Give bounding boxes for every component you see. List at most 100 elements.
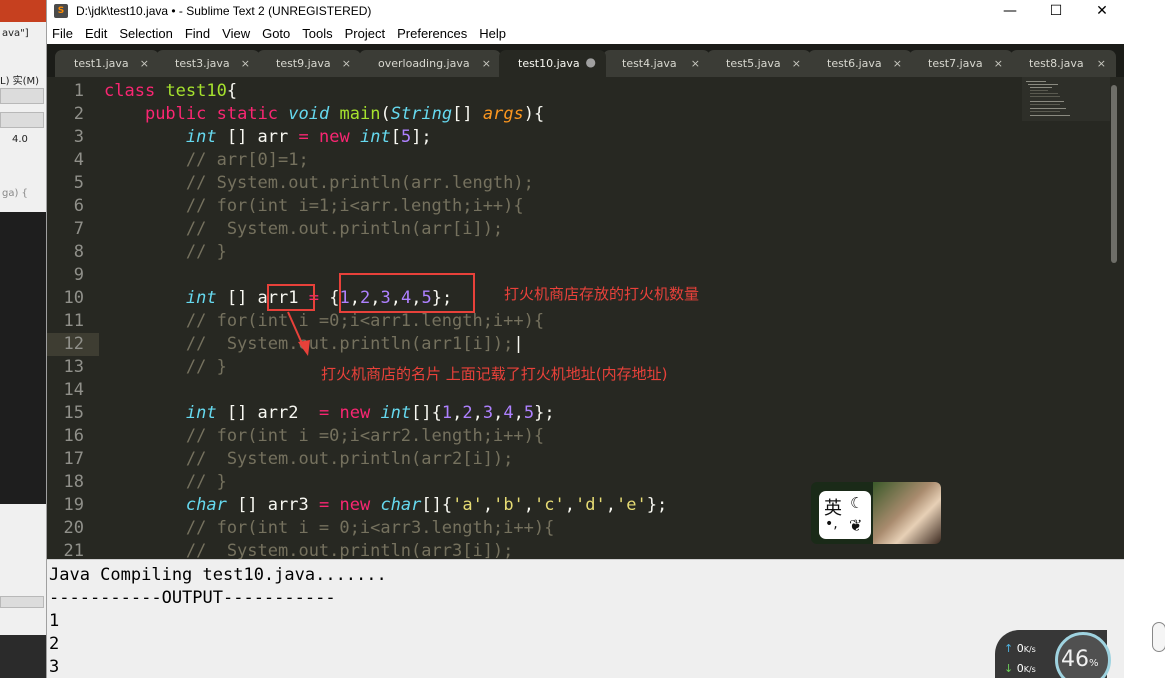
network-speed-widget[interactable]: ↑ 0K/s ↓ 0K/s 46% (995, 630, 1111, 678)
code-line: // arr[0]=1; (104, 150, 309, 170)
token: new (319, 127, 350, 147)
output-line: 1 (49, 611, 60, 631)
menu-find[interactable]: Find (185, 26, 210, 41)
code-line: char [] arr3 = new char[]{'a','b','c','d… (185, 495, 668, 515)
tab-test5[interactable]: test5.java × (707, 50, 811, 77)
token: int (185, 127, 217, 147)
token: 5 (400, 127, 412, 147)
download-speed: ↓ 0K/s (1004, 662, 1036, 675)
moon-icon: ☾ (850, 494, 864, 512)
download-value: 0 (1016, 662, 1024, 675)
maximize-icon[interactable]: ☐ (1033, 0, 1079, 22)
line-number: 14 (63, 380, 84, 400)
token: 'e' (615, 495, 647, 515)
token: 'c' (534, 495, 565, 515)
butterfly-icon: ❦ (849, 516, 863, 535)
tab-close-icon[interactable]: × (342, 57, 351, 70)
code-editor[interactable]: 1 2 3 4 5 6 7 8 9 10 11 12 13 14 15 16 1… (47, 77, 1125, 559)
line-number: 11 (63, 311, 84, 331)
menu-edit[interactable]: Edit (85, 26, 107, 41)
menu-tools[interactable]: Tools (302, 26, 332, 41)
tab-test9[interactable]: test9.java × (257, 50, 361, 77)
tab-close-icon[interactable]: × (140, 57, 149, 70)
output-line: Java Compiling test10.java....... (49, 565, 387, 585)
line-number: 17 (63, 449, 84, 469)
tab-close-icon[interactable]: × (1097, 57, 1106, 70)
window-title: D:\jdk\test10.java • - Sublime Text 2 (U… (76, 4, 372, 18)
output-line: -----------OUTPUT----------- (49, 588, 336, 608)
token: 1 (441, 403, 453, 423)
token: 'b' (493, 495, 524, 515)
menu-preferences[interactable]: Preferences (397, 26, 467, 41)
download-arrow-icon: ↓ (1004, 662, 1014, 675)
tab-test10[interactable]: test10.java ● (499, 50, 606, 77)
close-icon[interactable]: ✕ (1079, 0, 1125, 22)
token: char (185, 495, 227, 515)
scroll-knob[interactable] (1152, 622, 1165, 652)
tab-close-icon[interactable]: × (994, 57, 1003, 70)
tab-test8[interactable]: test8.java × (1010, 50, 1116, 77)
tab-test1[interactable]: test1.java × (55, 50, 159, 77)
menu-file[interactable]: File (52, 26, 73, 41)
code-line: public static void main(String[] args){ (144, 104, 545, 124)
token: 'd' (575, 495, 606, 515)
line-number: 8 (73, 242, 84, 262)
upload-arrow-icon: ↑ (1004, 642, 1014, 655)
download-unit: K/s (1023, 665, 1036, 674)
minimap[interactable] (1022, 77, 1110, 121)
tab-test6[interactable]: test6.java × (808, 50, 912, 77)
output-line: 2 (49, 634, 60, 654)
tab-close-icon[interactable]: × (893, 57, 902, 70)
code-line: // for(int i = 0;i<arr3.length;i++){ (104, 518, 555, 538)
tab-close-icon[interactable]: × (241, 57, 250, 70)
vertical-scrollbar[interactable] (1111, 85, 1117, 263)
background-taskbar (0, 635, 46, 678)
tab-close-icon[interactable]: × (691, 57, 700, 70)
code-line: // } (104, 357, 227, 377)
token: 'a' (452, 495, 483, 515)
build-output-panel[interactable]: Java Compiling test10.java....... ------… (47, 559, 1125, 678)
unsaved-dot-icon[interactable]: ● (586, 55, 596, 69)
line-number: 13 (63, 357, 84, 377)
tab-close-icon[interactable]: × (792, 57, 801, 70)
minimize-icon[interactable]: — (987, 0, 1033, 22)
sublime-app-icon: S (54, 4, 68, 18)
line-number-gutter: 1 2 3 4 5 6 7 8 9 10 11 12 13 14 15 16 1… (47, 77, 99, 559)
ime-widget[interactable]: 英 ☾ •, ❦ (811, 482, 941, 544)
sublime-window: S D:\jdk\test10.java • - Sublime Text 2 … (46, 0, 1125, 678)
tab-overloading[interactable]: overloading.java × (359, 50, 501, 77)
tab-close-icon[interactable]: × (482, 57, 491, 70)
tab-test3[interactable]: test3.java × (156, 50, 260, 77)
token: = (318, 495, 330, 515)
code-line: // System.out.println(arr[i]); (104, 219, 504, 239)
token: class (104, 81, 156, 101)
line-number: 3 (73, 127, 84, 147)
token: args (482, 104, 524, 124)
code-line: int [] arr = new int[5]; (185, 127, 432, 147)
ime-badge[interactable]: 英 ☾ •, ❦ (819, 491, 871, 539)
tab-test4[interactable]: test4.java × (603, 50, 710, 77)
menu-view[interactable]: View (222, 26, 250, 41)
tab-label: test1.java (74, 57, 129, 70)
punctuation-icon: •, (825, 516, 838, 532)
line-number: 20 (63, 518, 84, 538)
token: 3 (482, 403, 494, 423)
desktop-right-strip (1124, 0, 1165, 678)
menu-goto[interactable]: Goto (262, 26, 290, 41)
tab-label: test9.java (276, 57, 331, 70)
line-number: 9 (73, 265, 84, 285)
token: test10 (165, 81, 227, 101)
menu-bar: File Edit Selection Find View Goto Tools… (47, 22, 1125, 44)
tab-test7[interactable]: test7.java × (909, 50, 1013, 77)
code-line: // System.out.println(arr3[i]); (104, 541, 514, 559)
token: int (185, 403, 217, 423)
menu-project[interactable]: Project (345, 26, 385, 41)
background-window: ava"] L) 实(M) 4.0 ga) { (0, 0, 46, 678)
line-number: 5 (73, 173, 84, 193)
menu-selection[interactable]: Selection (119, 26, 172, 41)
annotation-arrow-icon (287, 311, 310, 356)
line-number: 15 (63, 403, 84, 423)
menu-help[interactable]: Help (479, 26, 506, 41)
output-line: 3 (49, 657, 60, 677)
background-text-2: L) 实(M) (0, 76, 40, 87)
